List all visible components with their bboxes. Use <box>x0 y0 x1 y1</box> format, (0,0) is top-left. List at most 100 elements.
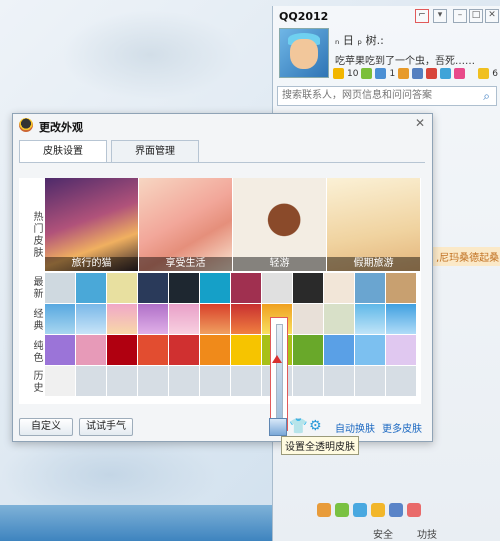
custom-skin-button[interactable]: 自定义 <box>19 418 73 436</box>
solid-color-swatch[interactable] <box>138 335 168 365</box>
history-slot <box>76 366 106 396</box>
menu-icon[interactable]: ▾ <box>433 9 447 23</box>
game-icon[interactable] <box>440 68 452 79</box>
app-icon[interactable] <box>407 503 421 517</box>
skin-thumb[interactable] <box>355 304 385 334</box>
solid-color-swatch[interactable] <box>293 335 323 365</box>
app-icon[interactable] <box>317 503 331 517</box>
shop-icon[interactable] <box>478 68 490 79</box>
history-slot <box>169 366 199 396</box>
search-input[interactable] <box>278 87 472 103</box>
skin-thumb[interactable] <box>76 273 106 303</box>
restore-icon[interactable]: □ <box>469 9 483 23</box>
skin-button-icon[interactable]: ⌐ <box>415 9 429 23</box>
history-slot <box>355 366 385 396</box>
solid-color-swatch[interactable] <box>355 335 385 365</box>
history-slot <box>200 366 230 396</box>
transparency-slider[interactable] <box>270 317 288 431</box>
app-icon[interactable] <box>335 503 349 517</box>
close-icon[interactable]: ✕ <box>413 116 427 130</box>
shop-count: 6 <box>492 68 498 79</box>
solid-color-swatch[interactable] <box>231 335 261 365</box>
solid-color-swatch[interactable] <box>45 335 75 365</box>
skin-thumb[interactable] <box>45 304 75 334</box>
row-label-new: 最新 <box>31 276 42 300</box>
signature[interactable]: 吃苹果吃到了一个虫，吾死…… <box>335 52 475 67</box>
weibo-icon[interactable] <box>426 68 438 79</box>
skin-thumb[interactable] <box>200 304 230 334</box>
history-slot <box>293 366 323 396</box>
skin-thumb[interactable] <box>355 273 385 303</box>
history-slot <box>386 366 416 396</box>
solid-color-swatch[interactable] <box>76 335 106 365</box>
qq-titlebar: QQ2012 ⌐ ▾ – □ ✕ <box>273 6 500 28</box>
feature-button[interactable]: 功技 <box>417 526 437 541</box>
skin-thumb[interactable] <box>138 273 168 303</box>
level-count: 10 <box>347 68 359 79</box>
more-skins-link[interactable]: 更多皮肤 <box>382 420 422 435</box>
star-icon[interactable] <box>333 68 344 79</box>
slider-track[interactable] <box>276 324 283 422</box>
skin-thumb[interactable] <box>324 304 354 334</box>
avatar[interactable] <box>279 28 329 78</box>
app-icon[interactable] <box>389 503 403 517</box>
search-box[interactable]: ⌕ <box>277 86 497 106</box>
transparency-tooltip: 设置全透明皮肤 <box>281 436 359 455</box>
skin-thumb[interactable] <box>138 304 168 334</box>
skin-thumb[interactable] <box>386 273 416 303</box>
tab-interface-management[interactable]: 界面管理 <box>111 140 199 163</box>
skin-thumb[interactable] <box>324 273 354 303</box>
gear-icon[interactable]: ⚙ <box>309 418 325 434</box>
skin-thumb[interactable] <box>107 273 137 303</box>
slider-thumb[interactable] <box>272 355 282 363</box>
skin-thumb[interactable] <box>386 304 416 334</box>
skin-thumb-featured[interactable]: 假期旅游 <box>327 178 420 271</box>
skin-thumb[interactable] <box>45 273 75 303</box>
mail-icon[interactable] <box>375 68 387 79</box>
shirt-icon[interactable]: 👕 <box>289 418 308 434</box>
pet-icon[interactable] <box>398 68 410 79</box>
transparency-icon[interactable] <box>269 418 287 436</box>
qq-penguin-icon <box>19 118 33 132</box>
row-label-solid: 纯色 <box>31 340 42 364</box>
skin-thumb[interactable] <box>231 273 261 303</box>
solid-color-swatch[interactable] <box>386 335 416 365</box>
mail-count: 1 <box>389 68 396 79</box>
close-icon[interactable]: ✕ <box>485 9 499 23</box>
auto-change-link[interactable]: 自动换肤 <box>335 420 375 435</box>
skin-thumb-featured[interactable]: 轻游 <box>233 178 326 271</box>
skin-label: 轻游 <box>233 257 326 271</box>
skin-thumb[interactable] <box>169 304 199 334</box>
search-icon[interactable]: ⌕ <box>483 89 490 104</box>
music-icon[interactable] <box>454 68 466 79</box>
try-luck-button[interactable]: 试试手气 <box>79 418 133 436</box>
app-icon[interactable] <box>371 503 385 517</box>
skin-thumb[interactable] <box>293 273 323 303</box>
app-icon[interactable] <box>353 503 367 517</box>
solid-color-swatch[interactable] <box>169 335 199 365</box>
skin-thumb[interactable] <box>262 273 292 303</box>
skin-thumb[interactable] <box>231 304 261 334</box>
background-flower <box>60 10 240 100</box>
skin-thumb[interactable] <box>293 304 323 334</box>
skin-grid: 热门皮肤 最新 经典 纯色 历史 旅行的猫 享受生活 轻游 假期旅游 <box>19 178 421 404</box>
nickname: ₙ 日 ₚ 树.: <box>335 34 384 47</box>
minimize-icon[interactable]: – <box>453 9 467 23</box>
skin-thumb-history[interactable] <box>45 366 75 396</box>
skin-thumb[interactable] <box>200 273 230 303</box>
skin-thumb[interactable] <box>169 273 199 303</box>
skin-dialog: 更改外观 ✕ 皮肤设置 界面管理 热门皮肤 最新 经典 纯色 历史 旅行的猫 享… <box>12 113 433 442</box>
skin-thumb-featured[interactable]: 享受生活 <box>139 178 232 271</box>
skin-thumb-featured[interactable]: 旅行的猫 <box>45 178 138 271</box>
solid-color-swatch[interactable] <box>200 335 230 365</box>
wallet-icon[interactable] <box>412 68 424 79</box>
tab-skin-settings[interactable]: 皮肤设置 <box>19 140 107 163</box>
history-slot <box>107 366 137 396</box>
solid-color-swatch[interactable] <box>107 335 137 365</box>
skin-thumb[interactable] <box>76 304 106 334</box>
dialog-title: 更改外观 <box>39 121 83 134</box>
qzone-icon[interactable] <box>361 68 373 79</box>
skin-thumb[interactable] <box>107 304 137 334</box>
safety-button[interactable]: 安全 <box>373 526 393 541</box>
solid-color-swatch[interactable] <box>324 335 354 365</box>
